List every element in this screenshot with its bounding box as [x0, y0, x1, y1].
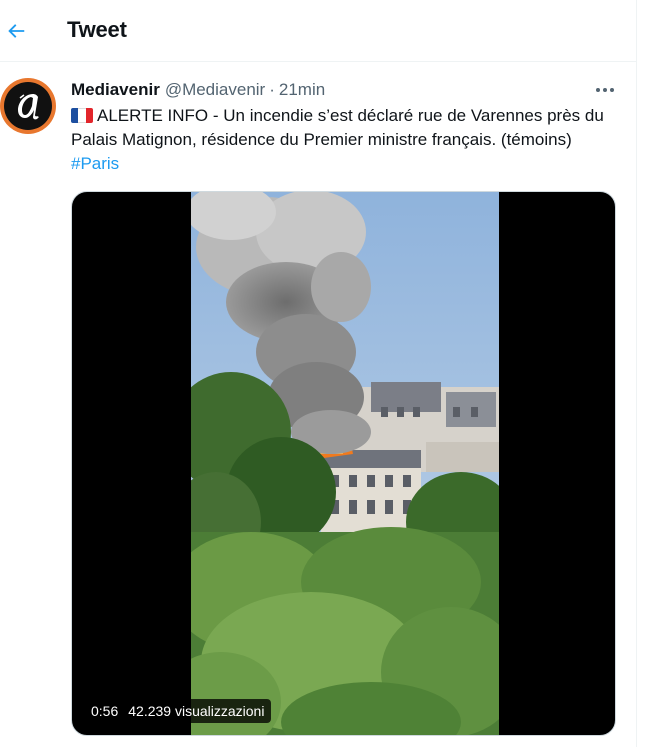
mediavenir-logo-icon	[4, 82, 52, 130]
video-player[interactable]	[191, 192, 499, 735]
more-dot	[596, 88, 600, 92]
media-container: 0:56 42.239 visualizzazioni	[71, 191, 616, 736]
page-header: Tweet	[0, 0, 637, 62]
separator-dot: ·	[269, 80, 275, 99]
tweet-body: ALERTE INFO - Un incendie s’est déclaré …	[71, 106, 604, 149]
tweet-header: Mediavenir @Mediavenir · 21min	[71, 80, 325, 100]
page-title: Tweet	[67, 17, 127, 42]
tweet-text: ALERTE INFO - Un incendie s’est déclaré …	[71, 104, 621, 176]
video-duration: 0:56	[91, 703, 119, 719]
author-name[interactable]: Mediavenir	[71, 80, 160, 100]
more-options-button[interactable]	[590, 80, 620, 100]
tweet-page: Tweet Mediavenir @Mediavenir · 21min ALE…	[0, 0, 637, 747]
france-flag-icon	[71, 108, 93, 123]
video-stats-badge: 0:56 42.239 visualizzazioni	[84, 699, 272, 723]
author-handle[interactable]: @Mediavenir	[165, 80, 265, 100]
tweet-timestamp[interactable]: 21min	[279, 80, 325, 100]
more-dot	[610, 88, 614, 92]
more-dot	[603, 88, 607, 92]
video-views: 42.239 visualizzazioni	[128, 703, 265, 719]
hashtag-link[interactable]: #Paris	[71, 154, 119, 173]
arrow-left-icon	[8, 24, 25, 38]
avatar[interactable]	[0, 78, 56, 134]
video-frame	[191, 192, 499, 735]
back-button[interactable]	[0, 12, 32, 50]
